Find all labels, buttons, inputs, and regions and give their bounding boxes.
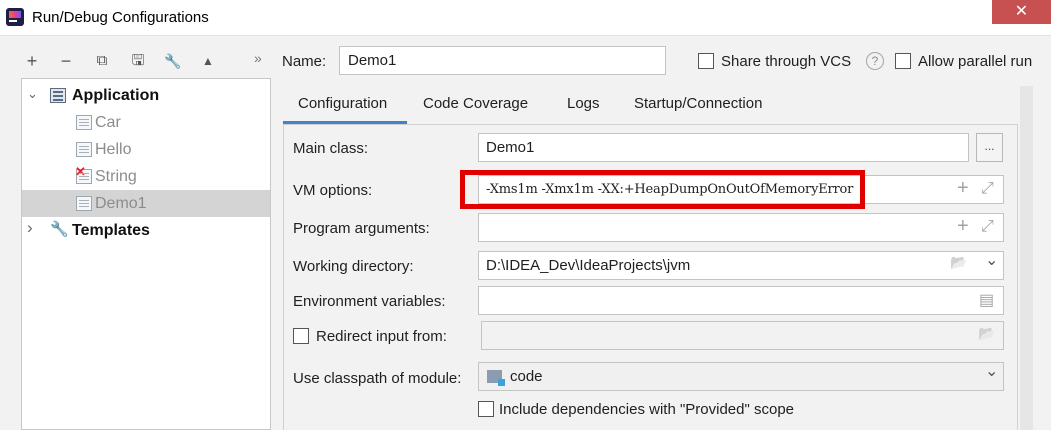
config-tree: ⌄ Application Car Hello ✕ String Demo1 ›… bbox=[21, 78, 271, 430]
name-label: Name: bbox=[282, 53, 327, 70]
chevron-right-icon[interactable]: › bbox=[27, 218, 33, 238]
plus-icon[interactable]: + bbox=[957, 215, 969, 238]
working-directory-input[interactable]: D:\IDEA_Dev\IdeaProjects\jvm bbox=[478, 251, 1004, 280]
folder-icon: 📂 bbox=[978, 325, 996, 341]
wrench-icon: 🔧 bbox=[50, 221, 69, 238]
share-vcs-label: Share through VCS bbox=[721, 53, 852, 70]
save-icon[interactable]: 🖫 bbox=[126, 48, 150, 74]
tab-startup-connection[interactable]: Startup/Connection bbox=[634, 95, 762, 112]
intellij-app-icon bbox=[6, 8, 24, 26]
allow-parallel-label: Allow parallel run bbox=[918, 53, 1033, 70]
module-icon bbox=[487, 370, 505, 386]
tabs-divider bbox=[283, 124, 1018, 125]
name-input[interactable]: Demo1 bbox=[339, 46, 666, 75]
wrench-icon[interactable]: 🔧 bbox=[161, 48, 185, 74]
tab-code-coverage[interactable]: Code Coverage bbox=[423, 95, 528, 112]
run-debug-dialog: + − ⧉ 🖫 🔧 ▲ » ⌄ Application Car Hello ✕ … bbox=[0, 36, 1051, 430]
classpath-module-label: Use classpath of module: bbox=[293, 370, 462, 387]
expand-icon[interactable]: ⤢ bbox=[981, 218, 994, 236]
document-icon[interactable]: ▤ bbox=[979, 290, 994, 310]
redirect-input-field bbox=[481, 321, 1004, 350]
dropdown-arrow-icon[interactable]: ⌄ bbox=[985, 250, 998, 270]
allow-parallel-checkbox[interactable] bbox=[895, 53, 911, 69]
tree-label-templates: Templates bbox=[72, 222, 150, 239]
program-arguments-label: Program arguments: bbox=[293, 220, 430, 237]
close-button[interactable]: ✕ bbox=[992, 0, 1051, 24]
title-bar: Run/Debug Configurations ✕ bbox=[0, 0, 1051, 36]
tab-logs[interactable]: Logs bbox=[567, 95, 600, 112]
working-directory-label: Working directory: bbox=[293, 258, 414, 275]
tree-label-application: Application bbox=[72, 87, 160, 104]
vm-options-label: VM options: bbox=[293, 182, 373, 199]
include-dependencies-checkbox[interactable] bbox=[478, 401, 494, 417]
tree-item-demo1[interactable]: Demo1 bbox=[22, 190, 270, 217]
more-actions-icon[interactable]: » bbox=[254, 50, 262, 66]
folder-icon[interactable]: 📂 bbox=[950, 254, 967, 271]
remove-icon[interactable]: − bbox=[54, 48, 78, 74]
redirect-input-checkbox[interactable] bbox=[293, 328, 309, 344]
application-icon bbox=[50, 88, 66, 103]
include-dependencies-label: Include dependencies with "Provided" sco… bbox=[499, 401, 795, 418]
class-config-icon bbox=[76, 115, 92, 130]
window-title: Run/Debug Configurations bbox=[32, 9, 209, 26]
redirect-input-label: Redirect input from: bbox=[316, 328, 447, 345]
tree-item-hello[interactable]: Hello bbox=[22, 136, 270, 163]
dropdown-arrow-icon[interactable]: ⌄ bbox=[985, 361, 998, 381]
chevron-down-icon[interactable]: ⌄ bbox=[27, 86, 38, 102]
add-icon[interactable]: + bbox=[20, 48, 44, 74]
plus-icon[interactable]: + bbox=[957, 177, 969, 200]
error-icon: ✕ bbox=[75, 164, 86, 179]
tree-item-car[interactable]: Car bbox=[22, 109, 270, 136]
tab-configuration[interactable]: Configuration bbox=[298, 95, 387, 112]
environment-variables-label: Environment variables: bbox=[293, 293, 446, 310]
environment-variables-input[interactable] bbox=[478, 286, 1004, 315]
expand-icon[interactable]: ⤢ bbox=[981, 180, 994, 198]
tree-item-label: Hello bbox=[95, 141, 132, 158]
tree-item-label: Demo1 bbox=[95, 195, 147, 212]
share-vcs-checkbox[interactable] bbox=[698, 53, 714, 69]
browse-button[interactable]: ... bbox=[976, 133, 1003, 162]
program-arguments-input[interactable] bbox=[478, 213, 1004, 242]
tree-node-templates[interactable]: › 🔧 Templates bbox=[22, 217, 270, 244]
tree-node-application[interactable]: ⌄ Application bbox=[22, 82, 270, 109]
class-config-icon: ✕ bbox=[75, 164, 92, 184]
help-icon[interactable]: ? bbox=[866, 52, 884, 70]
move-up-icon[interactable]: ▲ bbox=[196, 48, 220, 74]
classpath-module-value: code bbox=[510, 368, 543, 385]
highlight-box bbox=[460, 170, 865, 209]
main-class-label: Main class: bbox=[293, 140, 369, 157]
copy-icon[interactable]: ⧉ bbox=[90, 48, 114, 74]
class-config-icon bbox=[76, 196, 92, 211]
main-class-input[interactable]: Demo1 bbox=[478, 133, 969, 162]
tree-item-label: String bbox=[95, 168, 137, 185]
scrollbar[interactable] bbox=[1020, 86, 1033, 430]
tree-item-label: Car bbox=[95, 114, 121, 131]
class-config-icon bbox=[76, 142, 92, 157]
classpath-module-select[interactable]: code bbox=[478, 362, 1004, 391]
tree-item-string[interactable]: ✕ String bbox=[22, 163, 270, 190]
